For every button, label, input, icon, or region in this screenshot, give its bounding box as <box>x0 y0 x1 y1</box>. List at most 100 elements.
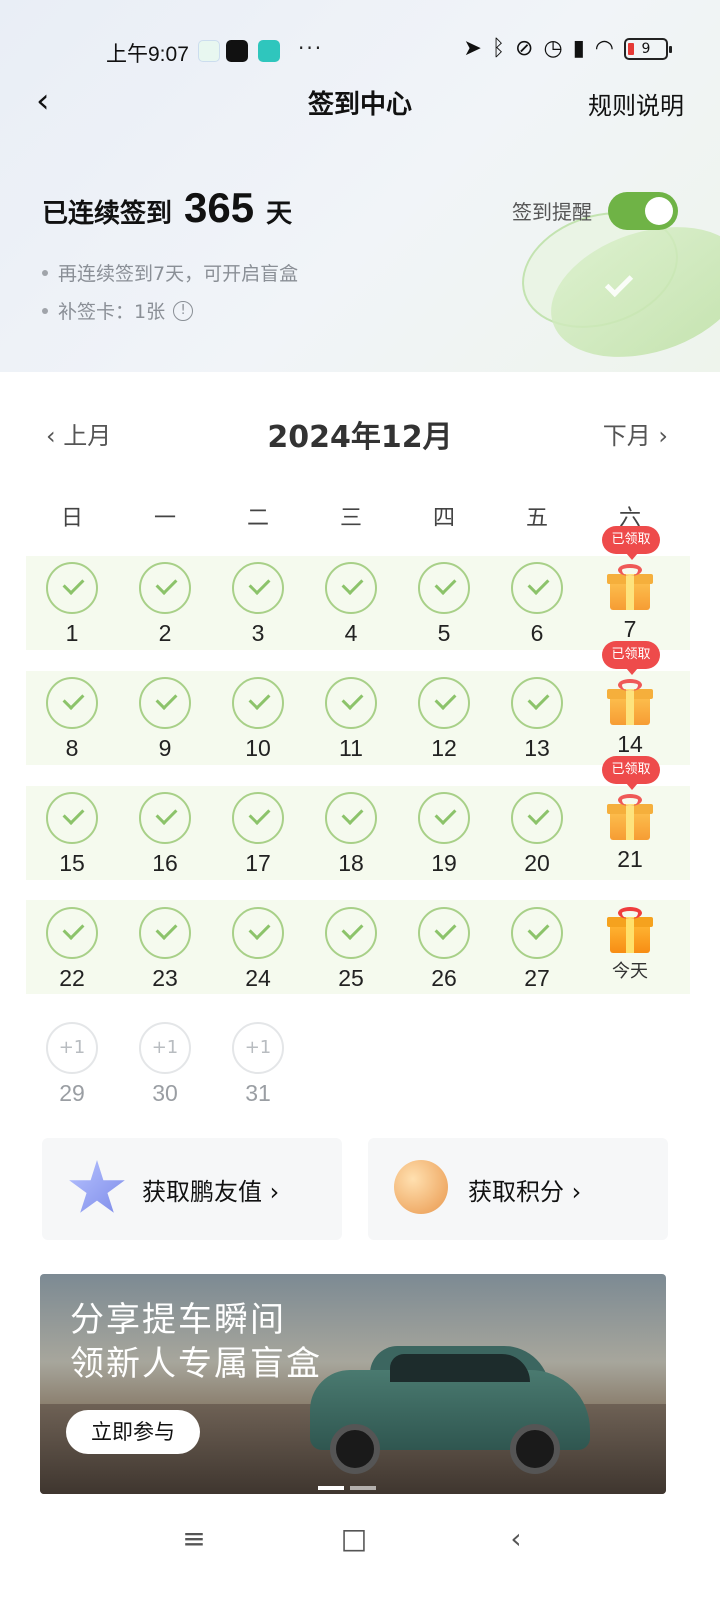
bonus-circle: +1 <box>139 1022 191 1074</box>
bullet-icon <box>42 307 48 314</box>
calendar-day[interactable]: 10 <box>218 677 298 762</box>
day-number: 31 <box>245 1080 271 1106</box>
checked-icon <box>46 677 98 729</box>
calendar-day[interactable]: 17 <box>218 792 298 877</box>
day-number: 4 <box>344 620 358 646</box>
day-number: 12 <box>431 735 457 761</box>
tip-text: 补签卡：1张 <box>58 301 166 323</box>
calendar-day[interactable]: 24 <box>218 907 298 992</box>
calendar-day-future[interactable]: +1 29 <box>32 1022 112 1107</box>
calendar-day[interactable]: 4 <box>311 562 391 647</box>
calendar-day[interactable]: 5 <box>404 562 484 647</box>
calendar-day[interactable]: 1 <box>32 562 112 647</box>
weekday-label: 二 <box>246 506 269 531</box>
location-icon: ➤ <box>463 36 482 61</box>
checked-icon <box>46 562 98 614</box>
checked-icon <box>139 677 191 729</box>
day-number: 14 <box>617 731 643 757</box>
home-icon[interactable]: □ <box>334 1522 374 1555</box>
app-notification-icon <box>226 40 248 62</box>
calendar-day[interactable]: 6 <box>497 562 577 647</box>
join-button[interactable]: 立即参与 <box>66 1410 200 1454</box>
friend-value-card[interactable]: 获取鹏友值 › <box>42 1138 342 1240</box>
day-number: 21 <box>617 846 643 872</box>
status-time: 上午9:07 <box>106 43 189 66</box>
claimed-badge: 已领取 <box>602 756 660 790</box>
day-number: 13 <box>524 735 550 761</box>
more-notifications-icon: ··· <box>298 36 324 60</box>
promo-banner[interactable]: 分享提车瞬间 领新人专属盲盒 立即参与 <box>40 1274 666 1494</box>
checked-icon <box>511 562 563 614</box>
calendar-day-future[interactable]: +1 30 <box>125 1022 205 1107</box>
calendar-day-gift[interactable]: 14 <box>590 677 670 758</box>
calendar-day[interactable]: 18 <box>311 792 391 877</box>
checked-icon <box>511 792 563 844</box>
day-number: 16 <box>152 850 178 876</box>
app-notification-icon <box>198 40 220 62</box>
bonus-circle: +1 <box>232 1022 284 1074</box>
calendar-day-gift[interactable]: 7 <box>590 562 670 643</box>
calendar-day[interactable]: 11 <box>311 677 391 762</box>
checked-icon <box>511 677 563 729</box>
day-number: 23 <box>152 965 178 991</box>
status-bar: 上午9:07 ··· ➤ ᛒ ⊘ ◷ ▮ ◠ 9 <box>0 30 720 70</box>
system-nav-bar: ≡ □ ‹ <box>0 1506 720 1600</box>
calendar-day[interactable]: 2 <box>125 562 205 647</box>
day-number: 11 <box>339 735 363 761</box>
car-window <box>390 1354 530 1382</box>
checked-icon <box>46 792 98 844</box>
banner-subheadline: 领新人专属盲盒 <box>70 1344 322 1384</box>
rules-link[interactable]: 规则说明 <box>588 86 684 121</box>
day-number: 26 <box>431 965 457 991</box>
app-notification-icon <box>258 40 280 62</box>
calendar-day[interactable]: 22 <box>32 907 112 992</box>
checked-icon <box>511 907 563 959</box>
calendar-day[interactable]: 13 <box>497 677 577 762</box>
day-number: 29 <box>59 1080 85 1106</box>
calendar-day[interactable]: 8 <box>32 677 112 762</box>
info-icon[interactable]: ! <box>173 300 194 321</box>
calendar-day[interactable]: 16 <box>125 792 205 877</box>
streak-label: 已连续签到 <box>42 199 173 229</box>
calendar-day[interactable]: 19 <box>404 792 484 877</box>
checked-icon <box>232 677 284 729</box>
gift-icon <box>606 905 654 953</box>
carousel-dot <box>350 1486 376 1490</box>
calendar-day[interactable]: 15 <box>32 792 112 877</box>
day-number: 27 <box>524 965 550 991</box>
points-card[interactable]: 获取积分 › <box>368 1138 668 1240</box>
carousel-indicator <box>318 1486 376 1490</box>
calendar-day-gift[interactable]: 21 <box>590 792 670 873</box>
checked-icon <box>325 907 377 959</box>
tip-blind-box: 再连续签到7天，可开启盲盒 <box>42 259 298 286</box>
gift-icon <box>606 562 654 610</box>
back-nav-icon[interactable]: ‹ <box>496 1522 536 1555</box>
checked-icon <box>325 792 377 844</box>
calendar-day-future[interactable]: +1 31 <box>218 1022 298 1107</box>
calendar-day[interactable]: 3 <box>218 562 298 647</box>
calendar-day[interactable]: 25 <box>311 907 391 992</box>
next-month-button[interactable]: 下月 › <box>603 416 668 451</box>
calendar-day[interactable]: 23 <box>125 907 205 992</box>
day-number: 25 <box>338 965 364 991</box>
gift-icon <box>606 792 654 840</box>
day-number: 7 <box>623 616 637 642</box>
day-number: 15 <box>59 850 85 876</box>
checked-icon <box>325 562 377 614</box>
calendar-day-today[interactable]: 今天 <box>590 905 670 983</box>
calendar-day[interactable]: 26 <box>404 907 484 992</box>
reminder-toggle[interactable] <box>608 192 678 230</box>
calendar-day[interactable]: 9 <box>125 677 205 762</box>
calendar-day[interactable]: 20 <box>497 792 577 877</box>
day-number: 1 <box>65 620 79 646</box>
car-wheel <box>330 1424 380 1474</box>
checked-icon <box>46 907 98 959</box>
menu-icon[interactable]: ≡ <box>174 1522 214 1555</box>
calendar-day[interactable]: 12 <box>404 677 484 762</box>
day-number: 18 <box>338 850 364 876</box>
checked-icon <box>418 907 470 959</box>
alarm-icon: ◷ <box>543 36 563 61</box>
tip-text: 再连续签到7天，可开启盲盒 <box>58 263 299 285</box>
calendar-day[interactable]: 27 <box>497 907 577 992</box>
day-number: 17 <box>245 850 271 876</box>
